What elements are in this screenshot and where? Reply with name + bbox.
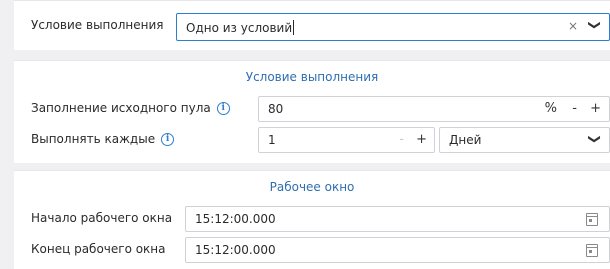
clear-icon[interactable]: × (568, 19, 578, 33)
pool-fill-input[interactable]: 80 % - + (258, 96, 610, 122)
run-every-input[interactable]: 1 - + (258, 127, 435, 153)
decrement-button[interactable]: - (572, 101, 577, 116)
work-window-end-value: 15:12:00.000 (195, 243, 276, 257)
period-select[interactable]: Дней ❯ (439, 127, 610, 153)
pool-fill-value: 80 (268, 102, 284, 116)
condition-section-card: Условие выполнения Заполнение исходного … (14, 60, 610, 163)
percent-unit: % (544, 101, 557, 116)
execution-condition-select[interactable]: Одно из условий × ❯ (176, 13, 610, 41)
run-every-label: Выполнять каждые (31, 132, 156, 146)
chevron-down-icon[interactable]: ❯ (588, 134, 602, 144)
info-icon[interactable]: i (161, 133, 175, 146)
work-window-start-label: Начало рабочего окна (31, 211, 173, 225)
calendar-icon[interactable] (586, 213, 598, 226)
pool-fill-label: Заполнение исходного пула (31, 101, 211, 115)
execution-condition-label: Условие выполнения (31, 18, 164, 32)
work-window-end-input[interactable]: 15:12:00.000 (185, 237, 610, 263)
work-window-start-input[interactable]: 15:12:00.000 (185, 206, 610, 232)
run-every-label-row: Выполнять каждые i (31, 132, 175, 146)
work-window-start-value: 15:12:00.000 (195, 212, 276, 226)
decrement-button[interactable]: - (399, 132, 404, 147)
calendar-icon[interactable] (586, 244, 598, 257)
period-value: Дней (449, 133, 482, 147)
info-icon[interactable]: i (216, 102, 230, 115)
condition-section-title: Условие выполнения (245, 70, 379, 84)
work-window-title: Рабочее окно (269, 180, 355, 194)
chevron-down-icon[interactable]: ❯ (588, 20, 602, 30)
execution-condition-card: Условие выполнения Одно из условий × ❯ (14, 0, 610, 50)
pool-fill-label-row: Заполнение исходного пула i (31, 101, 230, 115)
increment-button[interactable]: + (416, 132, 427, 147)
increment-button[interactable]: + (590, 101, 601, 116)
execution-condition-value: Одно из условий (186, 21, 293, 35)
work-window-end-label: Конец рабочего окна (31, 242, 166, 256)
run-every-value: 1 (268, 133, 276, 147)
text-caret (293, 20, 295, 35)
work-window-card: Рабочее окно Начало рабочего окна 15:12:… (14, 170, 610, 269)
